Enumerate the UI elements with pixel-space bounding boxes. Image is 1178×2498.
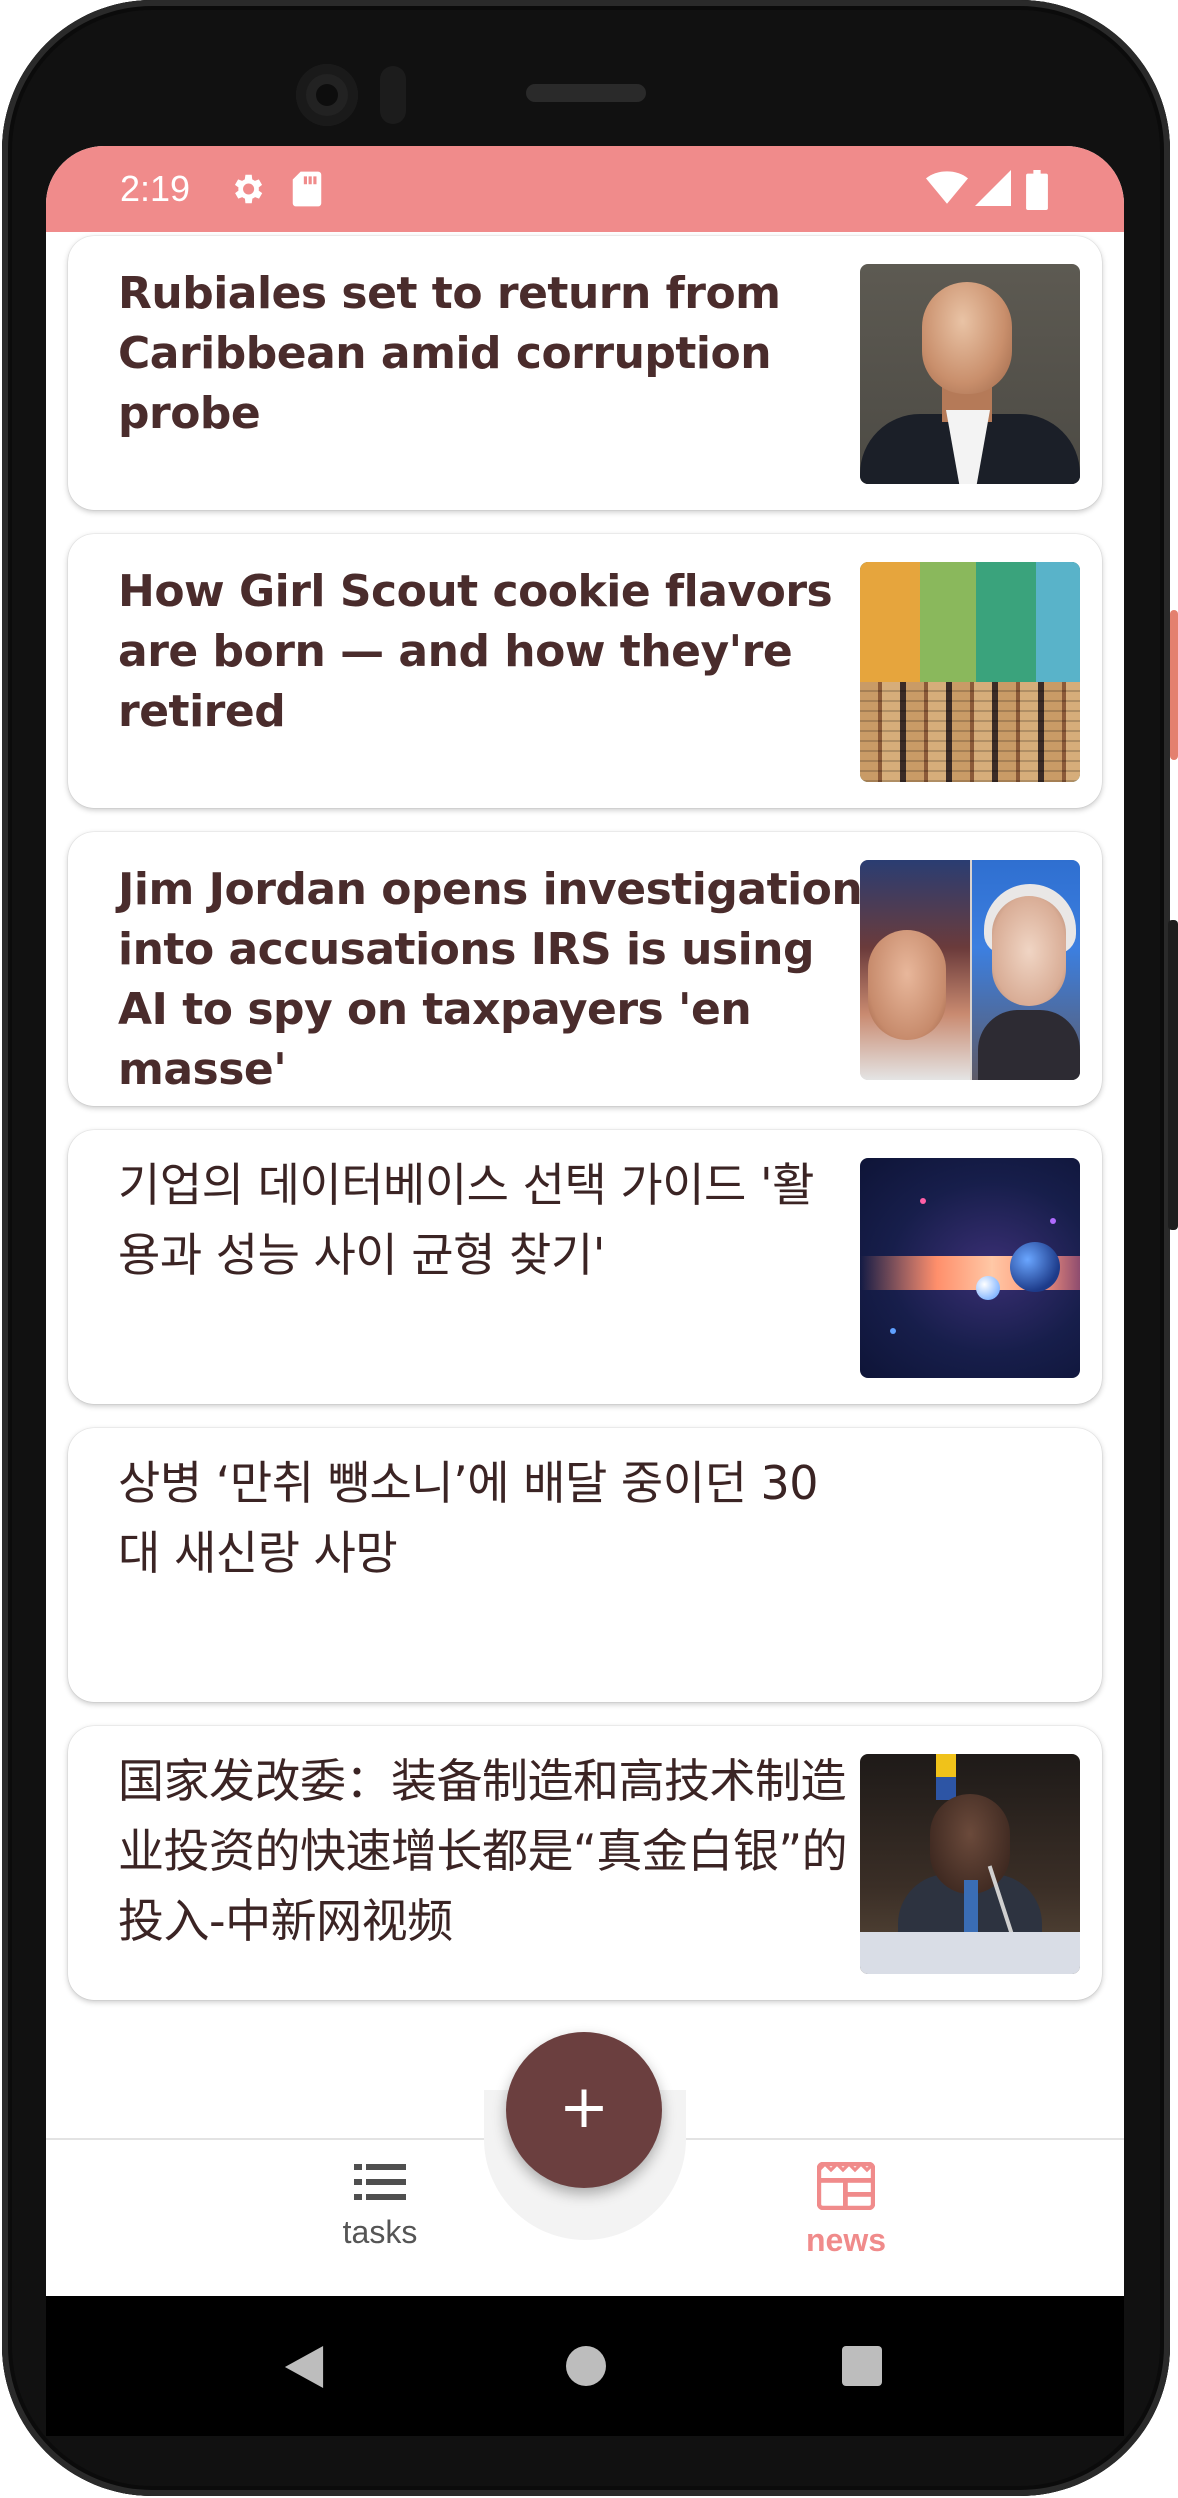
power-button — [1170, 610, 1178, 760]
system-navigation-bar — [46, 2296, 1124, 2436]
newspaper-icon — [756, 2161, 936, 2214]
volume-button — [1168, 920, 1178, 1230]
nav-label-news: news — [805, 2222, 887, 2258]
news-card-title: 国家发改委：装备制造和高技术制造业投资的快速增长都是“真金白银”的投入-中新网视… — [118, 1754, 848, 1948]
news-card[interactable]: How Girl Scout cookie flavors are born —… — [68, 534, 1102, 808]
list-icon — [290, 2162, 470, 2206]
battery-icon — [1026, 170, 1048, 214]
news-card[interactable]: 상병 ‘만취 뺑소니’에 배달 중이던 30대 새신랑 사망 — [68, 1428, 1102, 1702]
screen: 2:19 Rubiales set to return from Caribbe… — [46, 146, 1124, 2296]
nav-item-tasks[interactable]: tasks — [290, 2162, 470, 2282]
news-card-thumbnail — [860, 562, 1080, 782]
nav-label-tasks: tasks — [342, 2214, 418, 2250]
news-card[interactable]: Jim Jordan opens investigation into accu… — [68, 832, 1102, 1106]
home-icon[interactable] — [566, 2346, 606, 2386]
cellular-icon — [974, 170, 1012, 210]
front-camera — [296, 64, 358, 126]
news-card-title: Rubiales set to return from Caribbean am… — [118, 268, 781, 439]
status-time: 2:19 — [120, 168, 191, 209]
news-card[interactable]: 国家发改委：装备制造和高技术制造业投资的快速增长都是“真金白银”的投入-中新网视… — [68, 1726, 1102, 2000]
recents-icon[interactable] — [842, 2346, 882, 2386]
proximity-sensor — [380, 66, 406, 124]
news-card-title: How Girl Scout cookie flavors are born —… — [118, 566, 833, 737]
news-card-title: 상병 ‘만취 뺑소니’에 배달 중이던 30대 새신랑 사망 — [118, 1456, 819, 1580]
earpiece-speaker — [526, 84, 646, 102]
news-card-thumbnail — [860, 860, 1080, 1080]
news-card-thumbnail — [860, 1754, 1080, 1974]
gear-icon — [228, 170, 266, 212]
news-card[interactable]: 기업의 데이터베이스 선택 가이드 '활용과 성능 사이 균형 찾기' — [68, 1130, 1102, 1404]
news-card-title: Jim Jordan opens investigation into accu… — [118, 864, 863, 1095]
add-button[interactable]: + — [506, 2032, 662, 2188]
sd-card-icon — [290, 170, 324, 212]
news-card-title: 기업의 데이터베이스 선택 가이드 '활용과 성능 사이 균형 찾기' — [118, 1158, 814, 1282]
news-card[interactable]: Rubiales set to return from Caribbean am… — [68, 236, 1102, 510]
nav-item-news[interactable]: news — [756, 2161, 936, 2282]
back-icon[interactable] — [284, 2346, 324, 2392]
status-bar: 2:19 — [46, 146, 1124, 232]
news-card-thumbnail — [860, 1158, 1080, 1378]
wifi-icon — [926, 170, 968, 210]
news-card-thumbnail — [860, 264, 1080, 484]
